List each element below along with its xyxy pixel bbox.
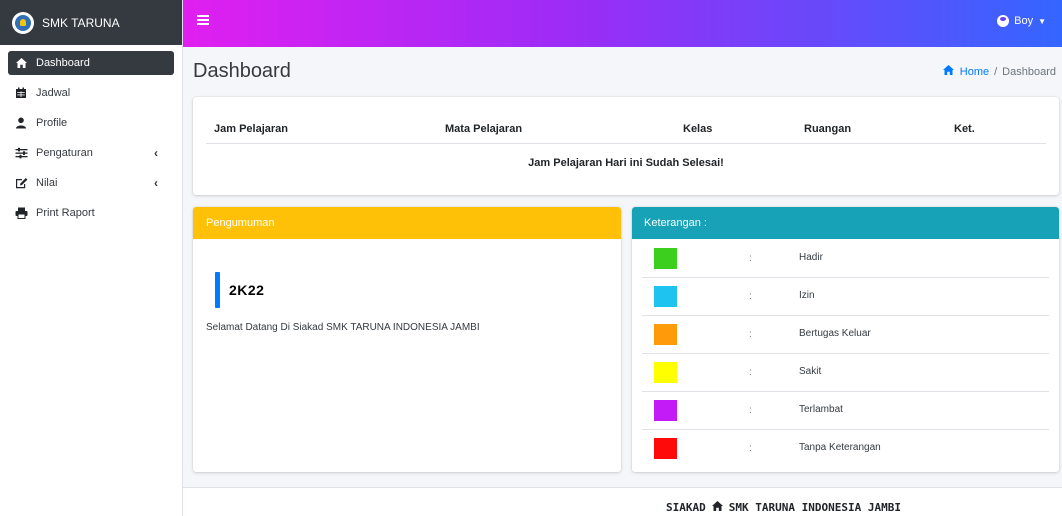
sidebar-item-dashboard[interactable]: Dashboard (8, 51, 174, 75)
column-header-ruangan: Ruangan (804, 123, 852, 135)
chevron-left-icon: ‹ (154, 176, 158, 190)
menu-toggle-icon[interactable] (197, 15, 209, 25)
legend-swatch (654, 248, 677, 269)
legend-row: : Tanpa Keterangan (642, 430, 1049, 468)
legend-label: Terlambat (799, 404, 843, 415)
legend-row: : Izin (642, 278, 1049, 316)
announcement-header: Pengumuman (193, 207, 621, 239)
sidebar-nav: Dashboard Jadwal Profile Pengaturan ‹ Ni… (0, 45, 182, 237)
legend-colon: : (749, 443, 752, 454)
column-header-jam: Jam Pelajaran (214, 123, 288, 135)
breadcrumb-home-label: Home (959, 65, 990, 78)
sidebar-item-label: Profile (36, 117, 68, 129)
home-icon (14, 56, 28, 70)
legend-swatch (654, 438, 677, 459)
schedule-card: Jam Pelajaran Mata Pelajaran Kelas Ruang… (193, 97, 1059, 195)
legend-label: Izin (799, 290, 815, 301)
footer-left-text: SIAKAD (666, 501, 706, 514)
sidebar-item-label: Jadwal (36, 87, 71, 99)
sidebar-item-pengaturan[interactable]: Pengaturan ‹ (8, 141, 174, 165)
sidebar-item-label: Dashboard (36, 57, 90, 69)
legend-colon: : (749, 329, 752, 340)
legend-row: : Terlambat (642, 392, 1049, 430)
sidebar-item-print-raport[interactable]: Print Raport (8, 201, 174, 225)
legend-colon: : (749, 291, 752, 302)
caret-down-icon: ▼ (1038, 16, 1046, 26)
column-header-ket: Ket. (954, 123, 975, 135)
column-header-kelas: Kelas (683, 123, 713, 135)
legend-row: : Hadir (642, 240, 1049, 278)
announcement-text: Selamat Datang Di Siakad SMK TARUNA INDO… (206, 322, 480, 333)
sidebar-item-jadwal[interactable]: Jadwal (8, 81, 174, 105)
breadcrumb: Home / Dashboard (942, 64, 1056, 79)
calendar-icon (14, 86, 28, 100)
legend-row: : Bertugas Keluar (642, 316, 1049, 354)
sliders-icon (14, 146, 28, 160)
edit-icon (14, 176, 28, 190)
legend-label: Bertugas Keluar (799, 328, 871, 339)
sidebar-item-label: Print Raport (36, 207, 95, 219)
announcement-title: 2K22 (229, 282, 265, 298)
chevron-left-icon: ‹ (154, 146, 158, 160)
user-circle-icon (997, 15, 1010, 27)
legend-colon: : (749, 405, 752, 416)
sidebar-item-label: Nilai (36, 177, 58, 189)
page-title: Dashboard (193, 60, 291, 82)
user-dropdown[interactable]: Boy ▼ (997, 15, 1046, 27)
breadcrumb-home-link[interactable]: Home (942, 64, 989, 79)
legend-swatch (654, 400, 677, 421)
legend-card: Keterangan : : Hadir : Izin : Bertugas K… (632, 207, 1059, 472)
legend-label: Tanpa Keterangan (799, 442, 881, 453)
legend-swatch (654, 324, 677, 345)
schedule-empty-message: Jam Pelajaran Hari ini Sudah Selesai! (528, 157, 724, 169)
breadcrumb-current: Dashboard (1002, 65, 1056, 78)
legend-label: Sakit (799, 366, 822, 377)
legend-colon: : (749, 367, 752, 378)
user-name: Boy (1014, 15, 1034, 27)
legend-colon: : (749, 253, 752, 264)
schedule-table-header: Jam Pelajaran Mata Pelajaran Kelas Ruang… (206, 123, 1046, 144)
home-icon (942, 64, 955, 79)
column-header-mapel: Mata Pelajaran (445, 123, 523, 135)
home-icon (711, 500, 724, 515)
legend-header: Keterangan : (632, 207, 1059, 239)
sidebar-item-profile[interactable]: Profile (8, 111, 174, 135)
footer-right-text: SMK TARUNA INDONESIA JAMBI (728, 501, 901, 514)
print-icon (14, 206, 28, 220)
top-navbar: Boy ▼ (183, 0, 1062, 47)
legend-row: : Sakit (642, 354, 1049, 392)
brand-link[interactable]: SMK TARUNA (0, 0, 182, 45)
announcement-card: Pengumuman 2K22 Selamat Datang Di Siakad… (193, 207, 621, 472)
sidebar-item-label: Pengaturan (36, 147, 93, 159)
legend-swatch (654, 362, 677, 383)
sidebar: SMK TARUNA Dashboard Jadwal Profile Peng… (0, 0, 183, 516)
announcement-accent-bar (215, 272, 220, 308)
legend-label: Hadir (799, 252, 823, 263)
school-logo-icon (12, 11, 34, 34)
user-icon (14, 116, 28, 130)
sidebar-item-nilai[interactable]: Nilai ‹ (8, 171, 174, 195)
footer-text: SIAKAD SMK TARUNA INDONESIA JAMBI (666, 500, 901, 515)
legend-swatch (654, 286, 677, 307)
brand-text: SMK TARUNA (42, 15, 120, 30)
breadcrumb-separator: / (994, 65, 998, 78)
footer: SIAKAD SMK TARUNA INDONESIA JAMBI (183, 487, 1062, 516)
